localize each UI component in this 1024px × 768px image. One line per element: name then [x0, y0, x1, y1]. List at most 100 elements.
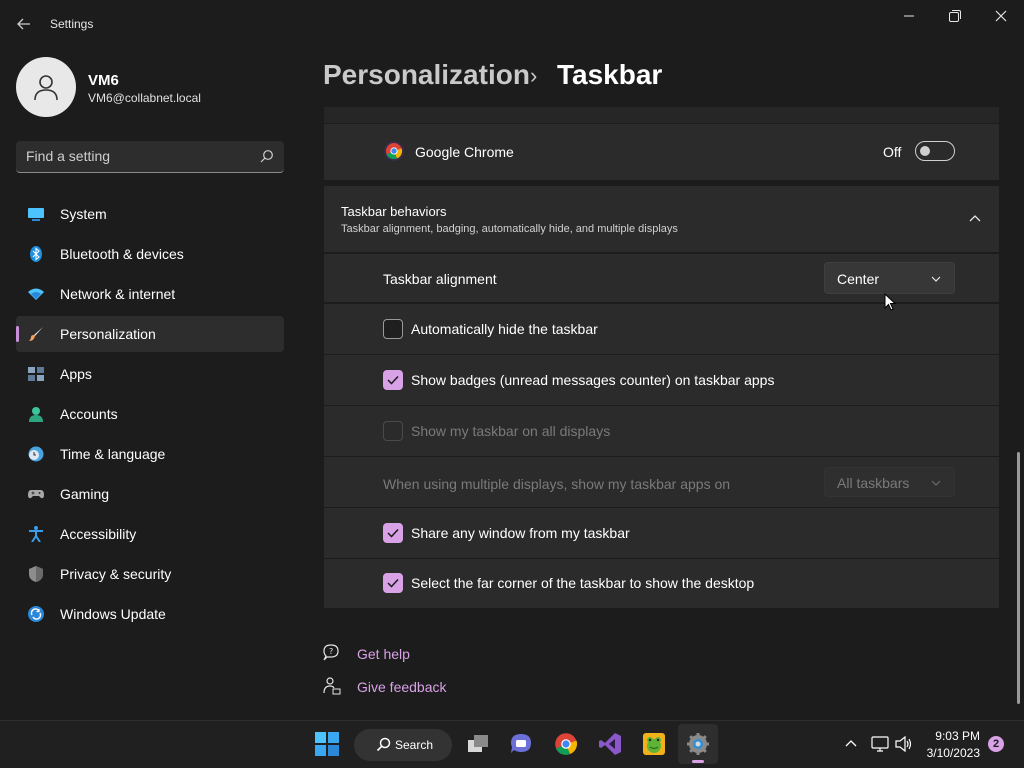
restore-button[interactable] [932, 0, 978, 32]
taskbar-alignment-label: Taskbar alignment [383, 271, 497, 287]
visual-studio-button[interactable] [590, 724, 630, 764]
get-help-link[interactable]: Get help [357, 646, 410, 662]
sidebar-item-label: Accounts [60, 406, 118, 422]
search-icon [376, 737, 391, 752]
auto-hide-checkbox[interactable] [383, 319, 403, 339]
search-input[interactable] [26, 141, 256, 171]
wifi-icon [28, 288, 44, 300]
all-displays-checkbox[interactable] [383, 421, 403, 441]
sidebar-item-gaming[interactable]: Gaming [16, 476, 284, 512]
sidebar-item-label: Apps [60, 366, 92, 382]
sidebar-item-network[interactable]: Network & internet [16, 276, 284, 312]
multi-display-dropdown[interactable]: All taskbars [824, 467, 955, 497]
chrome-icon [555, 733, 578, 755]
active-app-indicator [692, 760, 704, 763]
sidebar-item-privacy[interactable]: Privacy & security [16, 556, 284, 592]
brush-icon [29, 327, 43, 341]
clock-globe-icon [28, 446, 44, 462]
taskbar-search-button[interactable]: Search [354, 729, 452, 761]
checkmark-icon [387, 375, 399, 385]
sidebar-item-bluetooth[interactable]: Bluetooth & devices [16, 236, 284, 272]
settings-search-box[interactable] [16, 141, 284, 173]
sidebar-item-label: Personalization [60, 326, 156, 342]
give-feedback-link[interactable]: Give feedback [357, 679, 447, 695]
all-displays-row: Show my taskbar on all displays [324, 406, 999, 456]
sidebar-item-windows-update[interactable]: Windows Update [16, 596, 284, 632]
chrome-icon [384, 141, 404, 161]
minimize-button[interactable] [886, 0, 932, 32]
system-icon [28, 208, 44, 221]
taskbar-alignment-dropdown[interactable]: Center [824, 262, 955, 294]
checkmark-icon [387, 528, 399, 538]
sidebar-item-label: Gaming [60, 486, 110, 502]
chrome-app-label: Google Chrome [415, 144, 514, 160]
restore-icon [949, 10, 961, 22]
breadcrumb-parent[interactable]: Personalization [323, 59, 530, 91]
taskbar-alignment-row: Taskbar alignment Center [324, 254, 999, 302]
chrome-row: Google Chrome Off [324, 124, 999, 180]
back-arrow-icon [17, 18, 30, 30]
sidebar-item-label: Windows Update [60, 606, 166, 622]
chrome-toggle[interactable] [915, 141, 955, 161]
checkmark-icon [387, 578, 399, 588]
chevron-down-icon [931, 480, 941, 486]
scrollbar-thumb[interactable] [1017, 452, 1020, 704]
task-view-button[interactable] [458, 724, 498, 764]
auto-hide-row: Automatically hide the taskbar [324, 304, 999, 354]
chat-icon [511, 734, 531, 753]
selection-indicator [16, 326, 19, 342]
show-badges-checkbox[interactable] [383, 370, 403, 390]
sidebar-item-time-language[interactable]: Time & language [16, 436, 284, 472]
feedback-icon [323, 677, 341, 695]
settings-taskbar-button[interactable] [678, 724, 718, 764]
sidebar-item-label: Network & internet [60, 286, 176, 302]
sidebar-item-personalization[interactable]: Personalization [16, 316, 284, 352]
app-frog-button[interactable] [634, 724, 674, 764]
apps-icon [28, 367, 44, 381]
chevron-up-icon[interactable] [969, 214, 981, 222]
far-corner-row: Select the far corner of the taskbar to … [324, 559, 999, 608]
sidebar-item-label: Bluetooth & devices [60, 246, 184, 262]
svg-text:?: ? [329, 647, 333, 656]
back-button[interactable] [8, 10, 40, 38]
accessibility-icon [29, 526, 43, 542]
start-button[interactable] [307, 724, 347, 764]
chrome-taskbar-button[interactable] [546, 724, 586, 764]
dropdown-value: All taskbars [837, 475, 910, 491]
network-icon[interactable] [871, 736, 889, 752]
sidebar-item-label: System [60, 206, 107, 222]
volume-icon[interactable] [895, 736, 913, 752]
share-window-checkbox[interactable] [383, 523, 403, 543]
user-name: VM6 [88, 72, 119, 89]
user-icon [34, 75, 58, 101]
close-button[interactable] [978, 0, 1024, 32]
accounts-icon [29, 407, 43, 422]
search-icon[interactable] [260, 149, 274, 163]
taskbar-behaviors-header[interactable]: Taskbar behaviors Taskbar alignment, bad… [324, 186, 999, 252]
sidebar-item-accessibility[interactable]: Accessibility [16, 516, 284, 552]
sidebar-item-label: Accessibility [60, 526, 137, 542]
sidebar-item-accounts[interactable]: Accounts [16, 396, 284, 432]
clock-time[interactable]: 9:03 PM [932, 729, 980, 743]
sidebar-item-system[interactable]: System [16, 196, 284, 232]
teams-chat-button[interactable] [501, 724, 541, 764]
title-bar [0, 0, 1024, 48]
clock-date[interactable]: 3/10/2023 [920, 746, 980, 760]
far-corner-checkbox[interactable] [383, 573, 403, 593]
dropdown-value: Center [837, 271, 880, 287]
all-displays-label: Show my taskbar on all displays [411, 423, 611, 439]
auto-hide-label: Automatically hide the taskbar [411, 321, 598, 337]
share-window-row: Share any window from my taskbar [324, 508, 999, 558]
notification-badge[interactable]: 2 [988, 736, 1004, 752]
show-hidden-icons-icon[interactable] [845, 739, 857, 747]
windows-logo-icon [315, 732, 339, 756]
task-view-icon [468, 735, 488, 752]
show-badges-row: Show badges (unread messages counter) on… [324, 355, 999, 405]
visual-studio-icon [599, 733, 621, 755]
gamepad-icon [28, 490, 44, 499]
avatar[interactable] [16, 57, 76, 117]
minimize-icon [904, 15, 914, 17]
section-title: Taskbar behaviors [341, 204, 447, 219]
sidebar-item-apps[interactable]: Apps [16, 356, 284, 392]
multi-display-row: When using multiple displays, show my ta… [324, 457, 999, 507]
